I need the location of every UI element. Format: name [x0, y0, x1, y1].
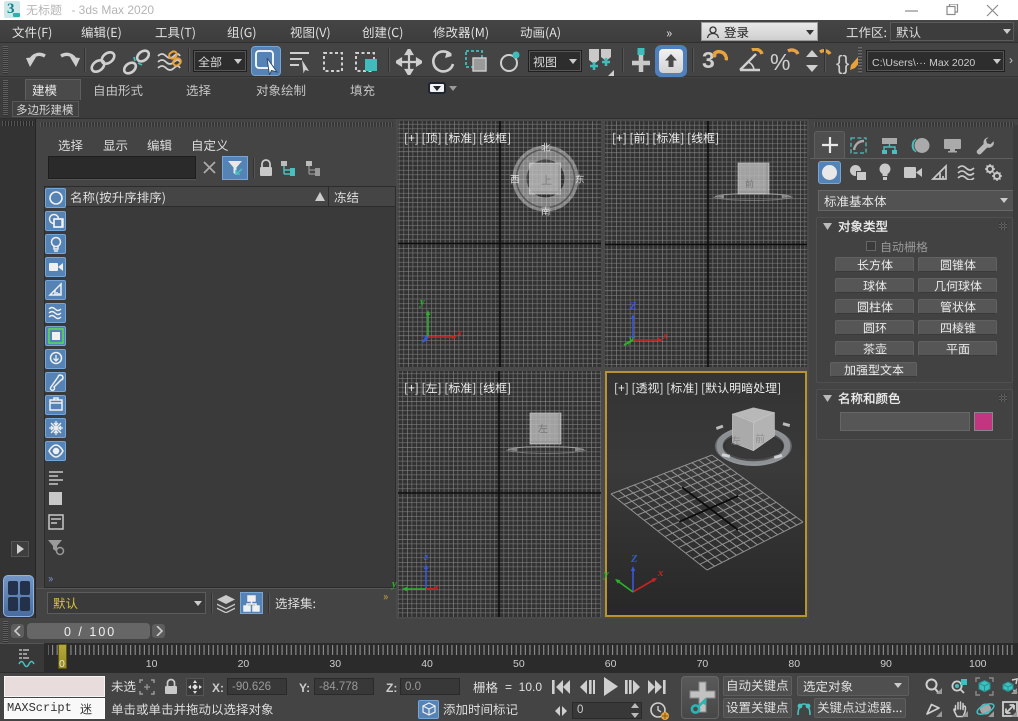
svg-text:%: %: [770, 49, 790, 75]
svg-text:3: 3: [702, 48, 715, 73]
svg-text:{}: {}: [836, 53, 850, 75]
